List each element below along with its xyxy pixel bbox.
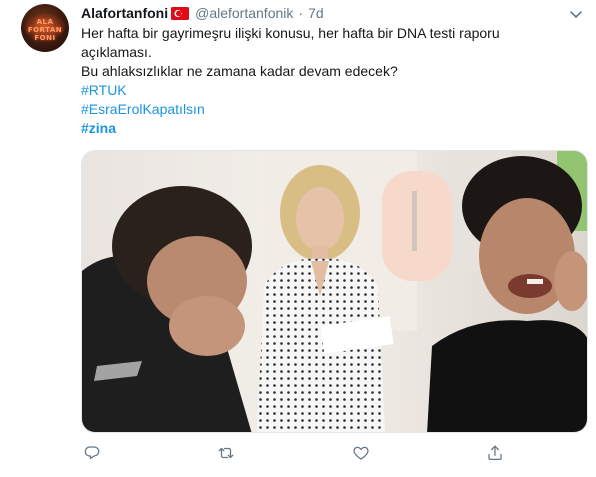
- retweet-icon[interactable]: [215, 442, 237, 464]
- tweet-actions: [81, 442, 551, 464]
- tweet-text-line: Her hafta bir gayrimeşru ilişki konusu, …: [81, 25, 500, 41]
- user-handle[interactable]: @alefortanfonik: [195, 5, 293, 21]
- timestamp[interactable]: 7d: [308, 5, 324, 21]
- chevron-down-icon[interactable]: [568, 6, 584, 22]
- share-icon[interactable]: [484, 442, 506, 464]
- avatar[interactable]: ALA FORTAN FONI: [21, 4, 69, 52]
- turkey-flag-icon: [171, 6, 190, 20]
- reply-icon[interactable]: [81, 442, 103, 464]
- hashtag-zina[interactable]: #zina: [81, 119, 571, 138]
- tweet-card[interactable]: ALA FORTAN FONI Alafortanfoni @alefortan…: [0, 0, 596, 477]
- hashtag-esraerolkapatilsin[interactable]: #EsraErolKapatılsın: [81, 100, 571, 119]
- avatar-neon-sign: ALA FORTAN FONI: [27, 18, 63, 42]
- display-name[interactable]: Alafortanfoni: [81, 5, 168, 21]
- tv-show-screenshot: [82, 151, 587, 432]
- tweet-header: Alafortanfoni @alefortanfonik · 7d: [81, 4, 324, 22]
- separator-dot: ·: [298, 5, 304, 21]
- heart-icon[interactable]: [350, 442, 372, 464]
- tweet-text-line: Bu ahlaksızlıklar ne zamana kadar devam …: [81, 63, 398, 79]
- tweet-text: Her hafta bir gayrimeşru ilişki konusu, …: [81, 24, 571, 138]
- hashtag-rtuk[interactable]: #RTUK: [81, 81, 571, 100]
- tweet-media-image[interactable]: [81, 150, 588, 433]
- tweet-text-line: açıklaması.: [81, 44, 152, 60]
